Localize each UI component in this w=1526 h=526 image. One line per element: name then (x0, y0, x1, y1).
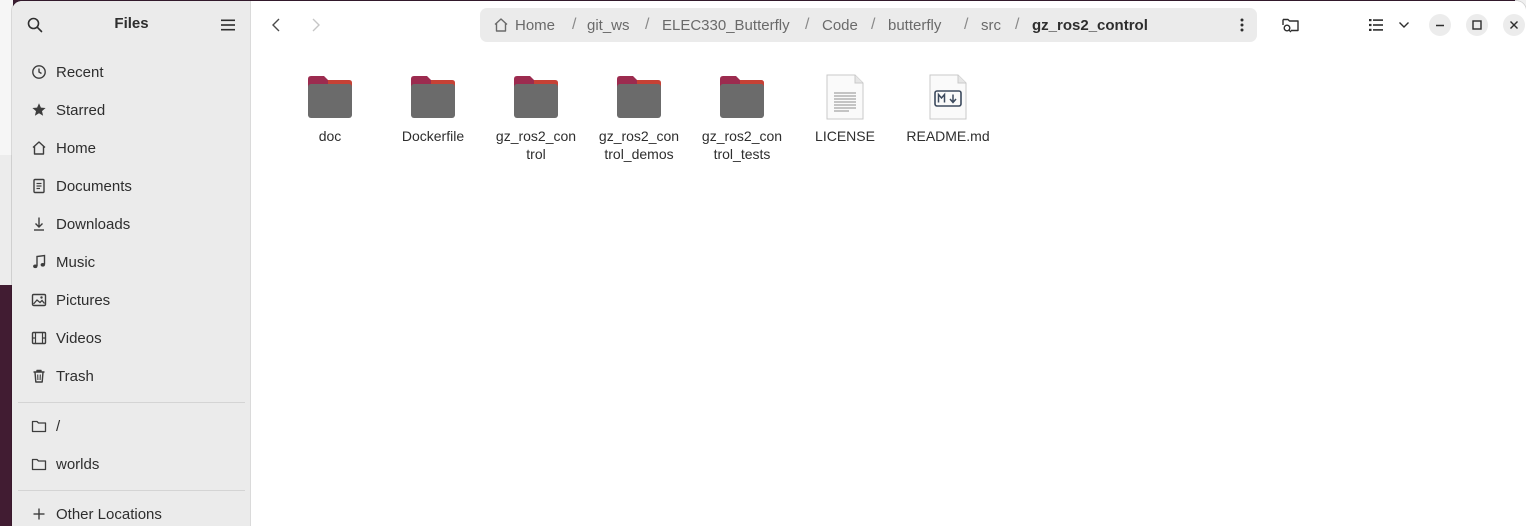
sidebar-item-music[interactable]: Music (18, 244, 245, 280)
sidebar-item-starred[interactable]: Starred (18, 92, 245, 128)
back-button[interactable] (261, 10, 291, 40)
breadcrumb-home[interactable]: Home (515, 17, 555, 34)
sidebar-item-videos[interactable]: Videos (18, 320, 245, 356)
breadcrumb-separator: / (1015, 16, 1020, 33)
list-view-icon (1369, 19, 1383, 31)
sidebar-item-label: Pictures (56, 292, 111, 309)
close-button[interactable] (1499, 10, 1526, 40)
breadcrumb-git-ws[interactable]: git_ws (587, 17, 630, 34)
home-icon (494, 18, 508, 32)
file-name: gz_ros2_con trol_demos (598, 128, 680, 162)
file-name: doc (318, 128, 342, 144)
document-icon (30, 177, 48, 195)
breadcrumb-current-folder[interactable]: gz_ros2_control (1032, 17, 1148, 34)
sidebar-item-downloads[interactable]: Downloads (18, 206, 245, 242)
sidebar-item-other-locations[interactable]: Other Locations (18, 496, 245, 526)
search-in-folder-button[interactable] (1276, 10, 1306, 40)
sidebar-item-label: Videos (56, 330, 102, 347)
download-icon (30, 215, 48, 233)
music-icon (30, 253, 48, 271)
trash-icon (30, 367, 48, 385)
chevron-right-icon (312, 18, 320, 32)
sidebar-header: Files (12, 1, 251, 48)
view-options-button[interactable] (1389, 10, 1419, 40)
folder-icon (514, 76, 558, 118)
picture-icon (30, 291, 48, 309)
breadcrumb-src[interactable]: src (981, 17, 1001, 34)
plus-icon (30, 505, 48, 523)
close-icon (1503, 14, 1525, 36)
breadcrumb-separator: / (871, 16, 876, 33)
chevron-left-icon (272, 18, 280, 32)
file-name: README.md (906, 128, 990, 144)
folder-icon (30, 455, 48, 473)
sidebar-item-label: Downloads (56, 216, 131, 233)
breadcrumb-butterfly[interactable]: butterfly (888, 17, 941, 34)
sidebar-item-label: Starred (56, 102, 106, 119)
hamburger-menu-icon (221, 19, 235, 31)
sidebar-item-documents[interactable]: Documents (18, 168, 245, 204)
text-file-icon (826, 74, 864, 120)
forward-button[interactable] (301, 10, 331, 40)
files-window: Files Recent Starred Home Documents Down… (12, 1, 1526, 526)
folder-icon (411, 76, 455, 118)
sidebar-item-recent[interactable]: Recent (18, 54, 245, 90)
sidebar-item-label: Recent (56, 64, 104, 81)
sidebar-item-root[interactable]: / (18, 408, 245, 444)
sidebar-item-trash[interactable]: Trash (18, 358, 245, 394)
sidebar-item-label: / (56, 418, 61, 435)
path-bar[interactable]: Home / git_ws / ELEC330_Butterfly / Code… (480, 8, 1257, 42)
vertical-dots-icon (1240, 18, 1244, 32)
sidebar-item-label: Other Locations (56, 506, 162, 523)
breadcrumb-separator: / (572, 16, 577, 33)
file-name: LICENSE (815, 128, 875, 144)
breadcrumb-code[interactable]: Code (822, 17, 858, 34)
file-name: gz_ros2_con trol (495, 128, 577, 162)
star-icon (30, 101, 48, 119)
maximize-button[interactable] (1462, 10, 1492, 40)
maximize-icon (1466, 14, 1488, 36)
sidebar-item-label: Trash (56, 368, 94, 385)
sidebar-item-label: Music (56, 254, 96, 271)
folder-search-icon (1282, 18, 1299, 33)
main-content: Home / git_ws / ELEC330_Butterfly / Code… (251, 1, 1526, 526)
path-menu-button[interactable] (1231, 13, 1253, 37)
sidebar-divider (18, 402, 245, 403)
breadcrumb-separator: / (805, 16, 810, 33)
view-list-button[interactable] (1361, 10, 1391, 40)
file-name: Dockerfile (401, 128, 465, 144)
main-menu-button[interactable] (211, 8, 245, 42)
markdown-file-icon (929, 74, 967, 120)
file-name: gz_ros2_con trol_tests (701, 128, 783, 162)
minimize-button[interactable] (1425, 10, 1455, 40)
breadcrumb-separator: / (645, 16, 650, 33)
sidebar: Files Recent Starred Home Documents Down… (12, 1, 251, 526)
home-icon (30, 139, 48, 157)
folder-icon (720, 76, 764, 118)
sidebar-item-home[interactable]: Home (18, 130, 245, 166)
sidebar-divider (18, 490, 245, 491)
folder-icon (308, 76, 352, 118)
sidebar-item-label: worlds (56, 456, 100, 473)
breadcrumb-elec330-butterfly[interactable]: ELEC330_Butterfly (662, 17, 790, 34)
minimize-icon (1429, 14, 1451, 36)
sidebar-item-label: Home (56, 140, 97, 157)
sidebar-item-pictures[interactable]: Pictures (18, 282, 245, 318)
clock-icon (30, 63, 48, 81)
sidebar-item-worlds[interactable]: worlds (18, 446, 245, 482)
video-icon (30, 329, 48, 347)
folder-icon (30, 417, 48, 435)
breadcrumb-separator: / (964, 16, 969, 33)
chevron-down-icon (1399, 22, 1409, 28)
sidebar-item-label: Documents (56, 178, 132, 195)
folder-icon (617, 76, 661, 118)
